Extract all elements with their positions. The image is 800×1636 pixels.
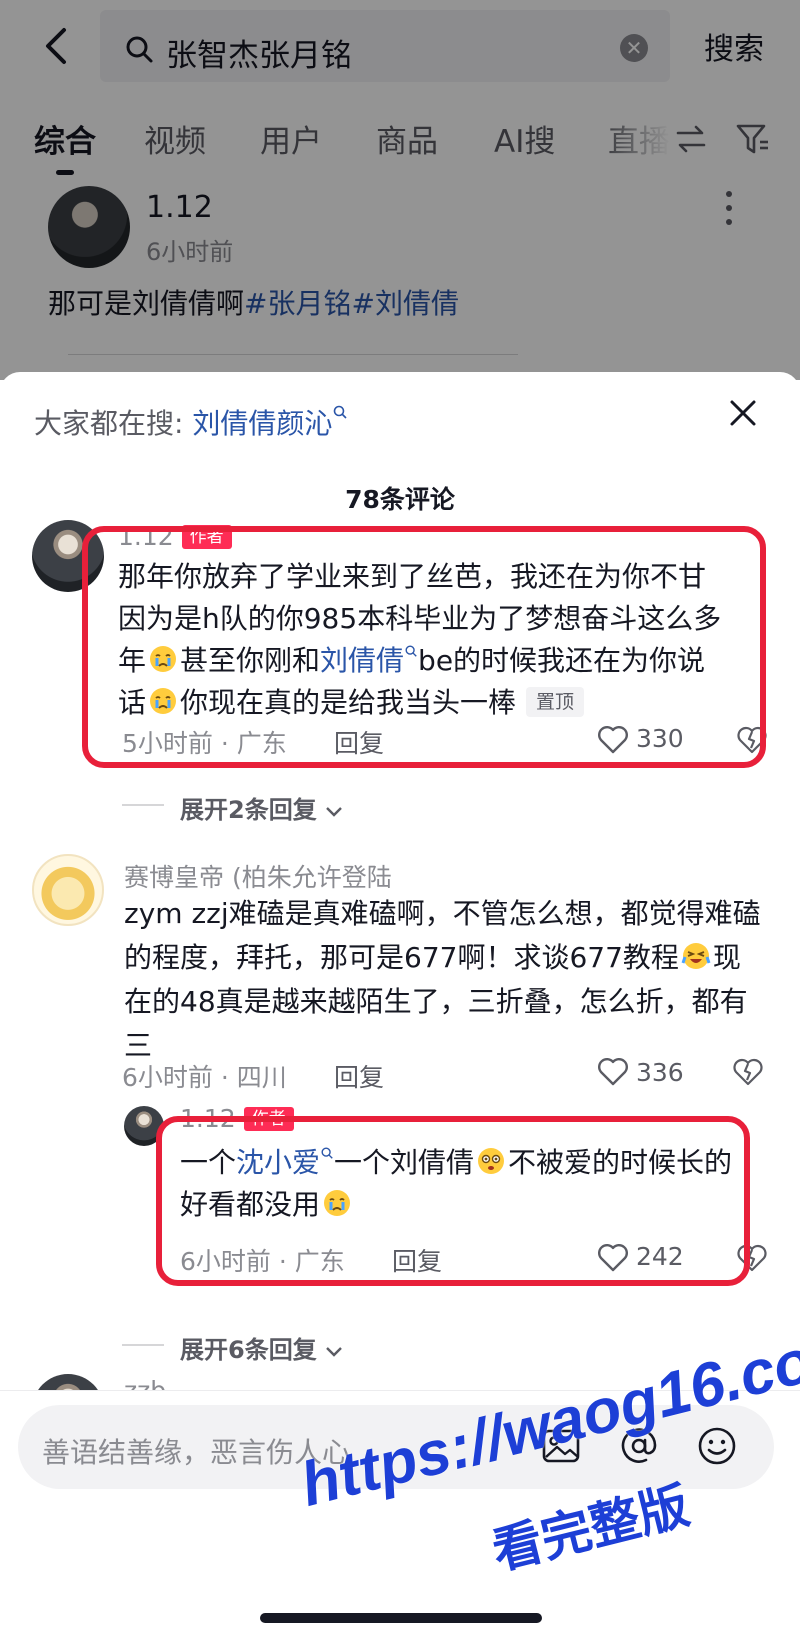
avatar[interactable] (124, 1106, 164, 1146)
avatar[interactable] (32, 520, 104, 592)
comment-text-part: 你现在真的是给我当头一棒 (180, 686, 517, 719)
dislike-icon[interactable] (736, 1242, 768, 1274)
image-icon[interactable] (540, 1425, 582, 1467)
expand-replies-button[interactable]: 展开6条回复 (180, 1330, 343, 1365)
comment-text-part: 一个 (180, 1146, 237, 1179)
comment-input-bar: 善语结善缘，恶言伤人心 (0, 1390, 800, 1636)
comment-count: 78条评论 (345, 485, 455, 514)
comment-text: 那年你放弃了学业来到了丝芭，我还在为你不甘因为是h队的你985本科毕业为了梦想奋… (118, 556, 732, 724)
comment-text-part: 一个刘倩倩 (334, 1146, 475, 1179)
expand-label: 展开2条回复 (180, 796, 317, 824)
like-count: 242 (636, 1242, 684, 1271)
home-indicator (260, 1613, 542, 1623)
username-text: 1.12 (180, 1104, 236, 1133)
pinned-badge: 置顶 (526, 687, 585, 717)
search-icon (405, 645, 417, 657)
keyword-link[interactable]: 刘倩倩 (320, 644, 404, 677)
hot-search-keyword[interactable]: 刘倩倩颜沁 (192, 407, 332, 440)
crying-emoji-icon (324, 1190, 351, 1216)
search-icon (321, 1147, 333, 1159)
comment-text-part: zym zzj难磕是真难磕啊，不管怎么想，都觉得难磕的程度，拜托，那可是677啊… (124, 897, 761, 974)
comment-meta: 5小时前 · 广东 (122, 729, 287, 758)
comment-input[interactable]: 善语结善缘，恶言伤人心 (18, 1405, 774, 1489)
author-badge: 作者 (243, 1107, 294, 1131)
crying-emoji-icon (150, 688, 177, 714)
comment-text-part: 甚至你刚和 (180, 644, 321, 677)
input-placeholder: 善语结善缘，恶言伤人心 (42, 1436, 351, 1469)
mention-icon[interactable] (618, 1425, 660, 1467)
chevron-down-icon (326, 807, 342, 817)
dim-overlay[interactable] (0, 0, 800, 380)
like-count: 330 (636, 724, 684, 753)
laughing-crying-emoji-icon (681, 943, 711, 969)
divider (122, 1344, 164, 1346)
divider (122, 804, 164, 806)
dislike-icon[interactable] (736, 724, 768, 756)
search-icon (334, 405, 347, 419)
reply-button[interactable]: 回复 (334, 724, 384, 760)
comment-text: 一个沈小爱 一个刘倩倩 不被爱的时候长的好看都没用 (180, 1142, 750, 1226)
comment-text: zym zzj难磕是真难磕啊，不管怎么想，都觉得难磕的程度，拜托，那可是677啊… (124, 892, 764, 1068)
chevron-down-icon (326, 1347, 342, 1357)
reply-button[interactable]: 回复 (334, 1058, 384, 1094)
comment-username[interactable]: 赛博皇帝 (柏朱允许登陆 (124, 858, 392, 894)
heart-icon[interactable] (596, 1240, 630, 1274)
username-text: 1.12 (118, 522, 174, 551)
keyword-link[interactable]: 沈小爱 (236, 1146, 320, 1179)
flushed-emoji-icon (478, 1148, 505, 1174)
heart-icon[interactable] (596, 722, 630, 756)
expand-replies-button[interactable]: 展开2条回复 (180, 790, 343, 825)
expand-label: 展开6条回复 (180, 1336, 317, 1364)
comment-meta: 6小时前 · 四川 (122, 1063, 287, 1092)
author-badge: 作者 (181, 525, 232, 549)
like-count: 336 (636, 1058, 684, 1087)
close-icon[interactable] (726, 396, 760, 430)
hot-search-label: 大家都在搜: (34, 407, 193, 440)
emoji-icon[interactable] (696, 1425, 738, 1467)
search-results-page: 张智杰张月铭 ✕ 搜索 综合 视频 用户 商品 AI搜 直播 1.12 6小时前… (0, 0, 800, 380)
heart-icon[interactable] (596, 1054, 630, 1088)
comment-username[interactable]: 1.12 作者 (180, 1104, 294, 1133)
comment-username[interactable]: 1.12 作者 (118, 522, 232, 551)
hot-search-suggestion[interactable]: 大家都在搜: 刘倩倩颜沁 (34, 402, 348, 442)
crying-emoji-icon (150, 646, 177, 672)
dislike-icon[interactable] (732, 1056, 764, 1088)
reply-button[interactable]: 回复 (392, 1242, 442, 1278)
avatar[interactable] (32, 854, 104, 926)
comment-meta: 6小时前 · 广东 (180, 1247, 345, 1276)
